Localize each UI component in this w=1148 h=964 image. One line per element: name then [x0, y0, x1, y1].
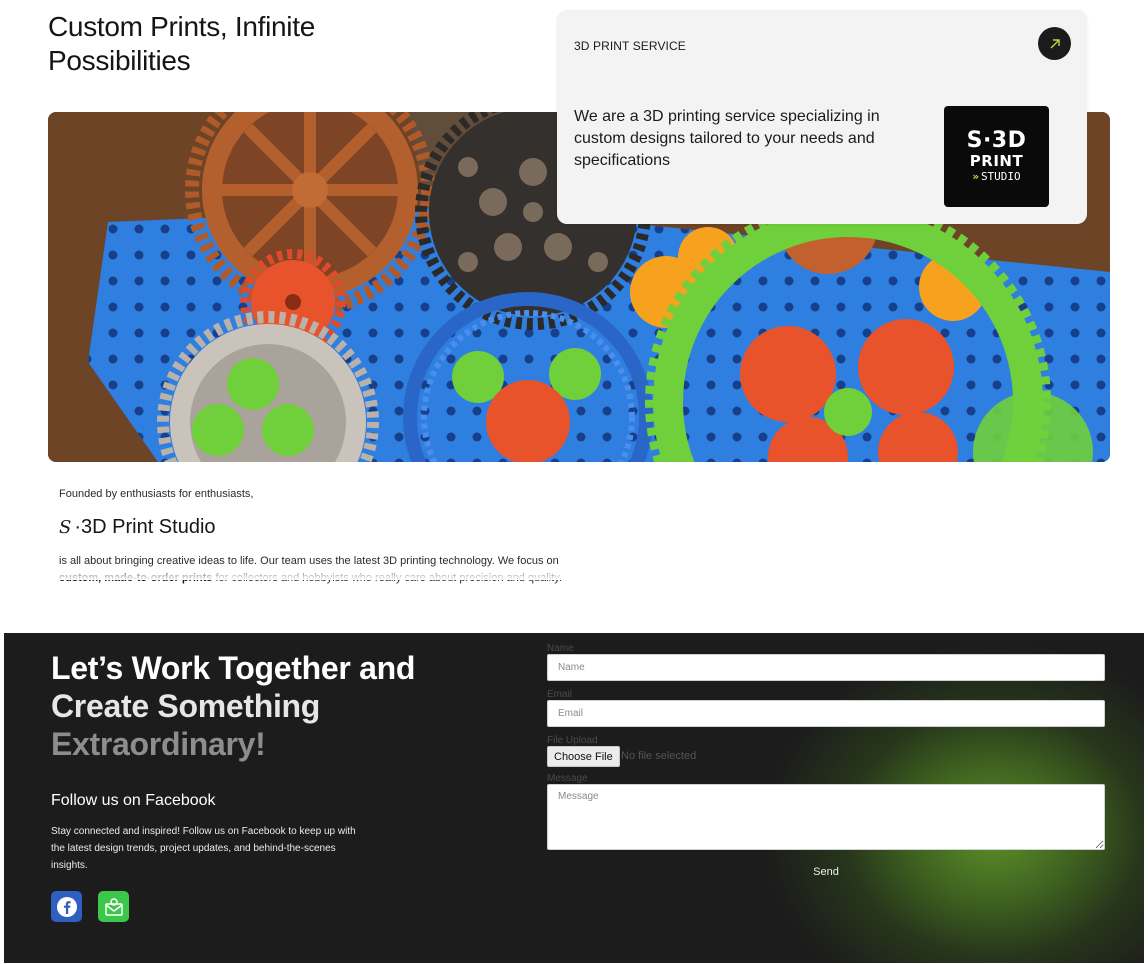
name-input[interactable] — [547, 654, 1105, 681]
message-textarea[interactable] — [547, 784, 1105, 850]
logo-line3-wrap: » STUDIO — [972, 170, 1020, 183]
service-arrow-button[interactable] — [1038, 27, 1071, 60]
contact-title-line3: Extraordinary! — [51, 726, 266, 762]
studio-mark-icon: S — [59, 517, 72, 538]
facebook-button[interactable] — [51, 891, 82, 922]
email-input[interactable] — [547, 700, 1105, 727]
logo-line2: PRINT — [969, 152, 1024, 170]
arrow-up-right-icon — [1050, 38, 1060, 48]
logo-line1: S·3D — [966, 128, 1027, 153]
service-description: We are a 3D printing service specializin… — [574, 108, 880, 169]
studio-name: S ·3D Print Studio — [59, 516, 619, 539]
email-label: Email — [547, 689, 573, 700]
contact-title-line1: Let’s Work Together and — [51, 650, 416, 686]
file-upload-label: File Upload — [547, 735, 598, 746]
email-icon — [104, 897, 123, 916]
section-fade — [0, 566, 1148, 580]
service-label: 3D PRINT SERVICE — [574, 39, 686, 53]
contact-title: Let’s Work Together and Create Something… — [51, 649, 415, 763]
studio-name-text: ·3D Print Studio — [74, 516, 216, 538]
choose-file-button[interactable]: Choose File — [547, 746, 620, 767]
file-status: No file selected — [621, 750, 697, 762]
founded-text: Founded by enthusiasts for enthusiasts, — [59, 488, 254, 500]
name-label: Name — [547, 643, 574, 654]
facebook-text: Stay connected and inspired! Follow us o… — [51, 826, 356, 871]
logo-line3: STUDIO — [980, 170, 1021, 183]
facebook-icon — [56, 896, 77, 917]
message-label: Message — [547, 773, 588, 784]
hero-title: Custom Prints, Infinite Possibilities — [48, 10, 315, 78]
chevrons-icon: » — [972, 170, 979, 183]
contact-section: Let’s Work Together and Create Something… — [4, 633, 1144, 963]
contact-title-line2: Create Something — [51, 688, 321, 724]
facebook-heading: Follow us on Facebook — [51, 792, 216, 809]
hero-title-line1: Custom Prints, Infinite — [48, 11, 315, 42]
send-button[interactable]: Send — [794, 863, 858, 881]
hero-title-line2: Possibilities — [48, 45, 191, 76]
service-card: 3D PRINT SERVICE We are a 3D printing se… — [557, 10, 1087, 224]
email-button[interactable] — [98, 891, 129, 922]
studio-logo: S·3D PRINT » STUDIO — [944, 106, 1049, 207]
